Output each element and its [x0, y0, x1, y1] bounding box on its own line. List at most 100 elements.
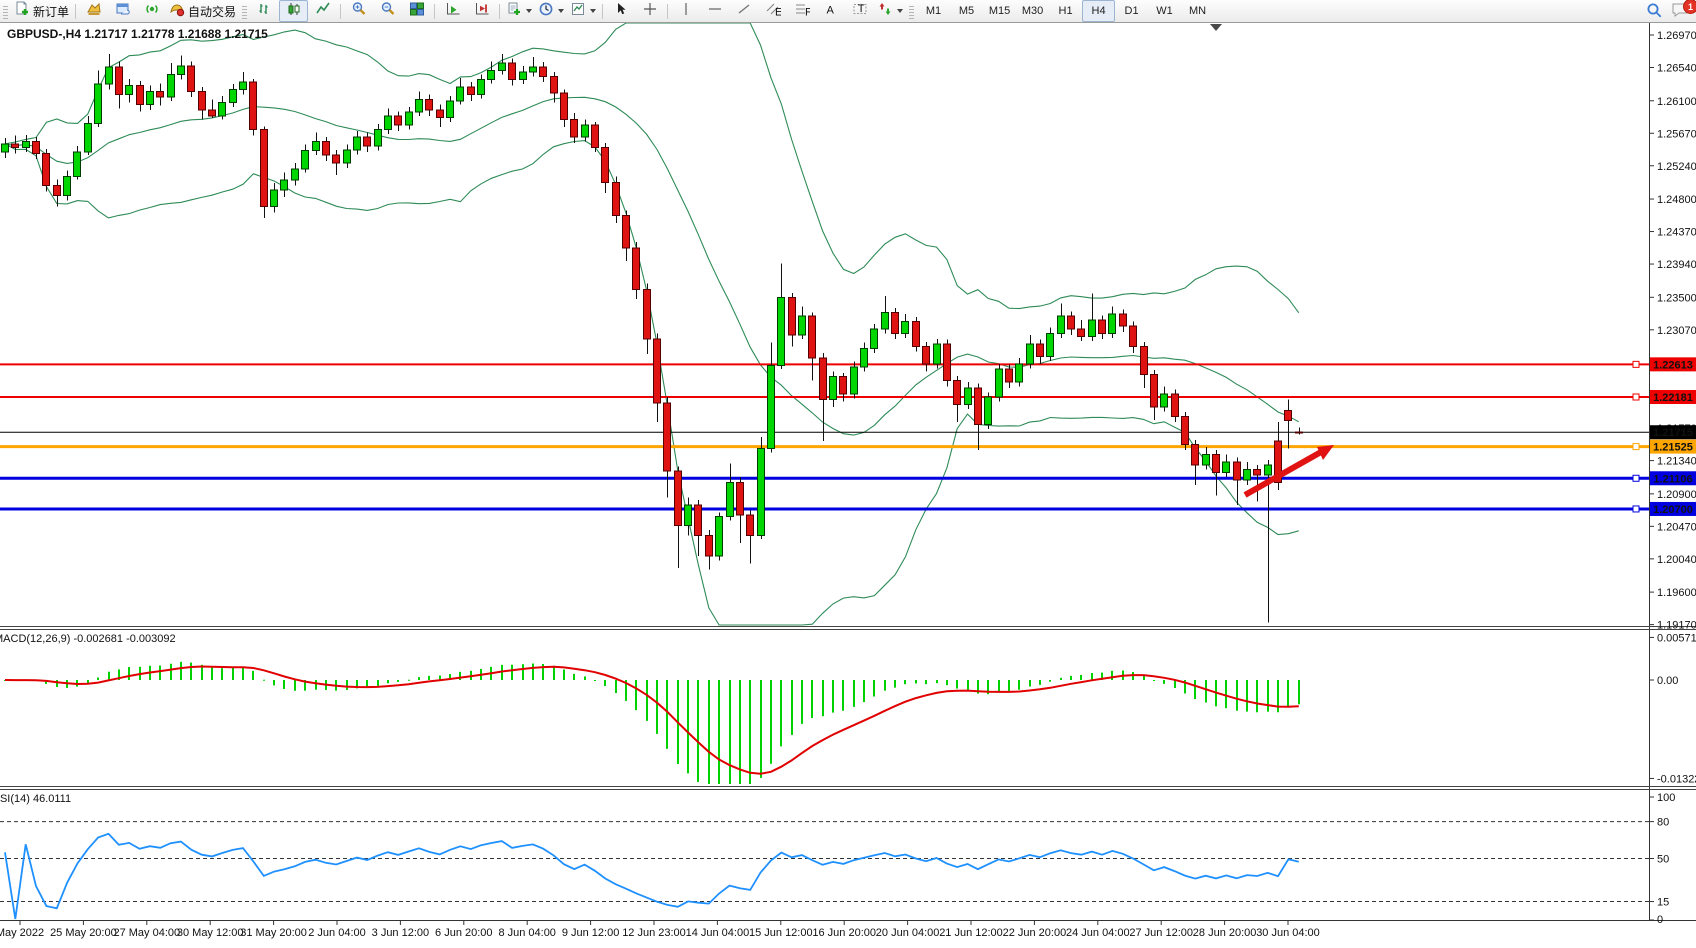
macd-signal-line [5, 667, 1299, 774]
svg-text:22 Jun 20:00: 22 Jun 20:00 [1003, 927, 1067, 939]
toolbar-separator [602, 4, 603, 19]
macd-indicator-label: MACD(12,26,9) -0.002681 -0.003092 [0, 633, 176, 645]
bar-chart-button[interactable] [250, 0, 279, 22]
chevron-down-icon[interactable] [526, 9, 532, 13]
svg-text:0: 0 [1657, 914, 1663, 926]
text-icon: A [823, 1, 839, 22]
svg-text:12 Jun 23:00: 12 Jun 23:00 [622, 927, 686, 939]
timeframe-M5-button[interactable]: M5 [950, 0, 983, 22]
toolbar-separator [434, 4, 435, 19]
timeframe-H1-button[interactable]: H1 [1049, 0, 1082, 22]
hline-handle[interactable] [1633, 444, 1639, 450]
timeframe-M15-button[interactable]: M15 [983, 0, 1016, 22]
svg-text:1.21525: 1.21525 [1653, 442, 1693, 454]
timeframe-M1-button[interactable]: M1 [917, 0, 950, 22]
vertical-line-button[interactable] [671, 0, 700, 22]
svg-text:30 May 12:00: 30 May 12:00 [177, 927, 244, 939]
chevron-down-icon[interactable] [590, 9, 596, 13]
timeframe-H4-button[interactable]: H4 [1082, 0, 1115, 22]
svg-text:1.19600: 1.19600 [1657, 587, 1696, 599]
chart-shift-icon [474, 1, 490, 22]
line-chart-button[interactable] [308, 0, 337, 22]
periods-button[interactable] [535, 0, 567, 22]
svg-text:15 Jun 12:00: 15 Jun 12:00 [749, 927, 813, 939]
trend-line-button[interactable] [729, 0, 758, 22]
bollinger-upper [5, 23, 1299, 313]
chart-shift-button[interactable] [467, 0, 496, 22]
svg-text:1.22181: 1.22181 [1653, 392, 1693, 404]
templates-button[interactable] [567, 0, 599, 22]
svg-text:1.21106: 1.21106 [1653, 473, 1692, 485]
arrows-button[interactable] [874, 0, 906, 22]
svg-text:1.24800: 1.24800 [1657, 194, 1696, 206]
svg-text:1.22613: 1.22613 [1653, 359, 1693, 371]
svg-text:-0.013222: -0.013222 [1657, 773, 1696, 785]
hline-handle[interactable] [1633, 361, 1639, 367]
market-watch-button[interactable] [108, 0, 137, 22]
text-label-button[interactable]: T [845, 0, 874, 22]
svg-text:9 Jun 12:00: 9 Jun 12:00 [562, 927, 620, 939]
svg-text:1.23070: 1.23070 [1657, 325, 1696, 337]
notifications-icon[interactable]: 1 [1671, 1, 1691, 24]
rsi-indicator-label: RSI(14) 46.0111 [0, 793, 71, 805]
chevron-down-icon[interactable] [897, 9, 903, 13]
text-button[interactable]: A [816, 0, 845, 22]
cursor-icon [613, 1, 629, 22]
svg-text:8 Jun 04:00: 8 Jun 04:00 [498, 927, 556, 939]
notification-badge: 1 [1683, 0, 1696, 14]
svg-text:20 Jun 04:00: 20 Jun 04:00 [876, 927, 940, 939]
svg-text:1.20700: 1.20700 [1653, 504, 1693, 516]
profiles-icon [86, 1, 102, 22]
zoom-in-icon [351, 1, 367, 22]
svg-text:21 Jun 12:00: 21 Jun 12:00 [939, 927, 1003, 939]
svg-text:1.26540: 1.26540 [1657, 63, 1696, 75]
crosshair-button[interactable] [635, 0, 664, 22]
vertical-line-icon [678, 1, 694, 22]
timeframe-W1-button[interactable]: W1 [1148, 0, 1181, 22]
search-icon[interactable] [1645, 1, 1663, 24]
hline-handle[interactable] [1633, 394, 1639, 400]
equidistant-channel-icon: E [765, 1, 781, 22]
toolbar-separator [667, 4, 668, 19]
text-label-icon: T [852, 1, 868, 22]
indicators-button[interactable] [503, 0, 535, 22]
zoom-out-button[interactable] [373, 0, 402, 22]
time-axis[interactable]: May 202225 May 20:0027 May 04:0030 May 1… [0, 921, 1320, 939]
rsi-pane [0, 822, 1649, 919]
candlestick-icon [286, 1, 302, 22]
svg-text:1.26970: 1.26970 [1657, 30, 1696, 42]
indicators-icon [506, 1, 522, 22]
chart-shift-marker[interactable] [1210, 24, 1222, 31]
svg-text:1.21715: 1.21715 [1653, 427, 1693, 439]
hline-handle[interactable] [1633, 506, 1639, 512]
timeframe-MN-button[interactable]: MN [1181, 0, 1214, 22]
news-icon [144, 1, 160, 22]
timeframe-M30-button[interactable]: M30 [1016, 0, 1049, 22]
svg-text:27 May 04:00: 27 May 04:00 [113, 927, 180, 939]
timeframe-D1-button[interactable]: D1 [1115, 0, 1148, 22]
svg-text:2 Jun 04:00: 2 Jun 04:00 [308, 927, 366, 939]
hline-handle[interactable] [1633, 475, 1639, 481]
zoom-in-button[interactable] [344, 0, 373, 22]
horizontal-line-button[interactable] [700, 0, 729, 22]
cursor-button[interactable] [606, 0, 635, 22]
news-button[interactable] [137, 0, 166, 22]
fibonacci-button[interactable]: F [787, 0, 816, 22]
candlestick-button[interactable] [279, 0, 308, 22]
market-watch-icon [115, 1, 131, 22]
equidistant-channel-button[interactable]: E [758, 0, 787, 22]
chevron-down-icon[interactable] [558, 9, 564, 13]
new-order-button-label: 新订单 [33, 3, 69, 20]
profiles-button[interactable] [79, 0, 108, 22]
bar-chart-icon [257, 1, 273, 22]
svg-text:1.20900: 1.20900 [1657, 489, 1696, 501]
new-order-button[interactable]: 新订单 [11, 0, 72, 22]
macd-pane [4, 662, 1300, 784]
tile-windows-button[interactable] [402, 0, 431, 22]
svg-text:14 Jun 04:00: 14 Jun 04:00 [686, 927, 750, 939]
auto-trading-button-label: 自动交易 [188, 3, 236, 20]
arrows-icon [877, 1, 893, 22]
auto-trading-button[interactable]: 自动交易 [166, 0, 239, 22]
chart-canvas[interactable]: 1.269701.265401.261001.256701.252401.248… [0, 0, 1696, 948]
auto-scroll-button[interactable] [438, 0, 467, 22]
